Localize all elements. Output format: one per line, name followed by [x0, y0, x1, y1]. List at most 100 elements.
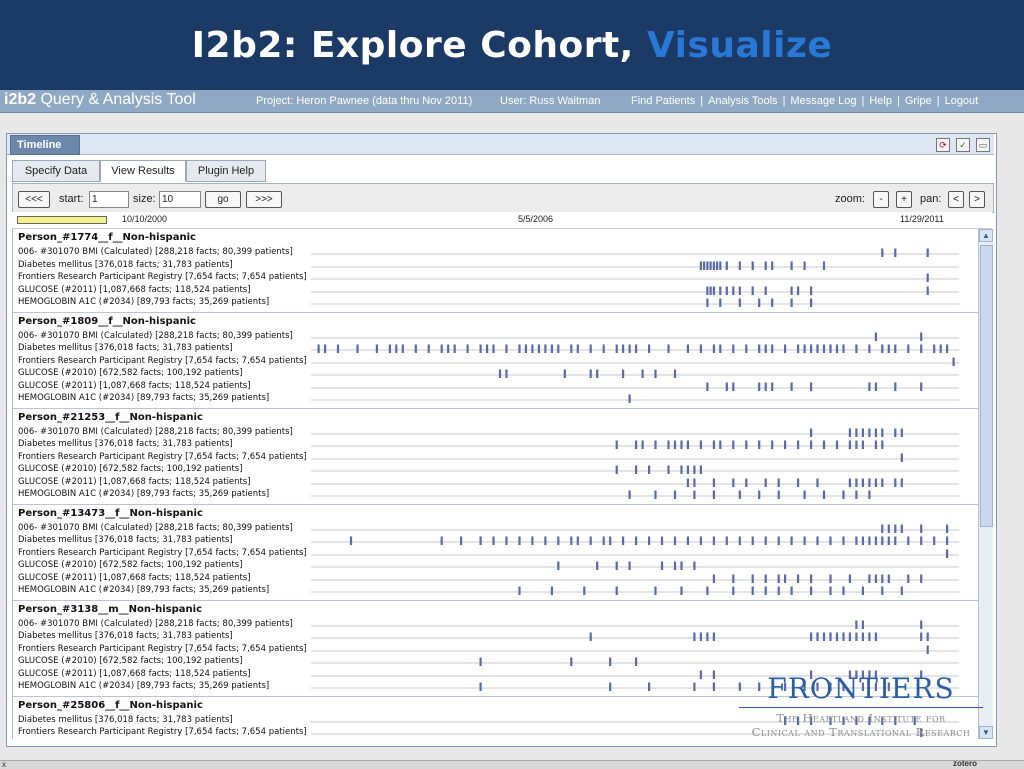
event-mark[interactable]	[628, 561, 631, 571]
event-mark[interactable]	[881, 478, 884, 487]
event-mark[interactable]	[680, 586, 683, 596]
event-mark[interactable]	[505, 369, 508, 379]
event-mark[interactable]	[615, 344, 618, 354]
event-mark[interactable]	[874, 574, 877, 583]
event-mark[interactable]	[861, 620, 864, 629]
event-mark[interactable]	[479, 682, 482, 692]
event-mark[interactable]	[751, 586, 754, 596]
event-mark[interactable]	[829, 632, 832, 642]
event-mark[interactable]	[900, 428, 903, 437]
event-mark[interactable]	[797, 574, 800, 583]
event-mark[interactable]	[738, 286, 741, 295]
event-mark[interactable]	[628, 344, 631, 354]
event-mark[interactable]	[777, 490, 780, 500]
event-mark[interactable]	[524, 344, 527, 354]
event-mark[interactable]	[894, 536, 897, 546]
event-mark[interactable]	[855, 344, 858, 354]
event-mark[interactable]	[356, 344, 359, 354]
event-mark[interactable]	[460, 536, 463, 546]
event-mark[interactable]	[868, 574, 871, 583]
event-mark[interactable]	[920, 332, 923, 341]
event-mark[interactable]	[861, 586, 864, 596]
event-mark[interactable]	[829, 586, 832, 596]
event-mark[interactable]	[920, 524, 923, 533]
window-icon[interactable]: ▭	[976, 138, 990, 152]
event-mark[interactable]	[479, 536, 482, 546]
event-mark[interactable]	[868, 428, 871, 437]
event-mark[interactable]	[699, 536, 702, 546]
event-mark[interactable]	[712, 536, 715, 546]
event-mark[interactable]	[673, 490, 677, 500]
event-mark[interactable]	[596, 561, 599, 571]
pan-right-button[interactable]: >	[969, 191, 985, 208]
event-mark[interactable]	[810, 286, 813, 295]
event-mark[interactable]	[693, 490, 696, 500]
event-mark[interactable]	[703, 261, 706, 270]
event-mark[interactable]	[920, 620, 923, 629]
event-mark[interactable]	[660, 561, 664, 571]
event-mark[interactable]	[635, 536, 638, 546]
event-mark[interactable]	[822, 440, 826, 450]
event-mark[interactable]	[440, 536, 443, 546]
event-mark[interactable]	[492, 536, 495, 546]
event-mark[interactable]	[907, 344, 910, 354]
event-mark[interactable]	[686, 440, 689, 450]
event-mark[interactable]	[784, 344, 787, 354]
event-mark[interactable]	[712, 478, 715, 487]
event-mark[interactable]	[719, 286, 722, 295]
event-mark[interactable]	[557, 536, 560, 546]
event-mark[interactable]	[868, 536, 871, 546]
event-mark[interactable]	[907, 536, 910, 546]
event-mark[interactable]	[615, 440, 618, 450]
patient-name[interactable]: Person_#3138__m__Non-hispanic	[18, 604, 202, 615]
event-mark[interactable]	[609, 657, 612, 667]
tab-specify-data[interactable]: Specify Data	[12, 160, 100, 182]
event-mark[interactable]	[583, 586, 586, 596]
event-mark[interactable]	[745, 440, 748, 450]
event-mark[interactable]	[725, 286, 728, 295]
event-mark[interactable]	[920, 382, 923, 391]
event-mark[interactable]	[810, 382, 813, 391]
event-mark[interactable]	[648, 344, 651, 354]
event-mark[interactable]	[648, 465, 651, 475]
event-mark[interactable]	[654, 369, 657, 379]
event-mark[interactable]	[946, 344, 949, 354]
find-patients-link[interactable]: Find Patients	[631, 95, 695, 107]
event-mark[interactable]	[609, 536, 612, 546]
event-mark[interactable]	[709, 286, 712, 295]
event-mark[interactable]	[732, 382, 735, 391]
event-mark[interactable]	[531, 536, 534, 546]
event-mark[interactable]	[531, 344, 534, 354]
event-mark[interactable]	[829, 344, 832, 354]
check-icon[interactable]: ✓	[956, 138, 970, 152]
event-mark[interactable]	[790, 286, 793, 295]
event-mark[interactable]	[764, 478, 767, 487]
event-mark[interactable]	[777, 574, 780, 583]
event-mark[interactable]	[673, 561, 677, 571]
event-mark[interactable]	[803, 536, 806, 546]
event-mark[interactable]	[570, 536, 573, 546]
event-mark[interactable]	[699, 465, 702, 475]
event-mark[interactable]	[900, 453, 903, 462]
event-mark[interactable]	[771, 298, 774, 308]
event-mark[interactable]	[842, 344, 845, 354]
event-mark[interactable]	[797, 478, 800, 487]
event-mark[interactable]	[693, 682, 696, 692]
event-mark[interactable]	[810, 344, 813, 354]
event-mark[interactable]	[706, 298, 709, 308]
event-mark[interactable]	[822, 261, 826, 270]
event-mark[interactable]	[861, 536, 864, 546]
event-mark[interactable]	[848, 478, 851, 487]
event-mark[interactable]	[842, 490, 845, 500]
event-mark[interactable]	[602, 536, 605, 546]
event-mark[interactable]	[816, 536, 819, 546]
event-mark[interactable]	[855, 536, 858, 546]
event-mark[interactable]	[751, 261, 754, 270]
prev-page-button[interactable]: <<<	[18, 191, 50, 208]
event-mark[interactable]	[738, 490, 741, 500]
event-mark[interactable]	[952, 357, 955, 366]
event-mark[interactable]	[719, 261, 722, 270]
event-mark[interactable]	[842, 536, 845, 546]
event-mark[interactable]	[706, 632, 709, 642]
event-mark[interactable]	[686, 465, 689, 475]
